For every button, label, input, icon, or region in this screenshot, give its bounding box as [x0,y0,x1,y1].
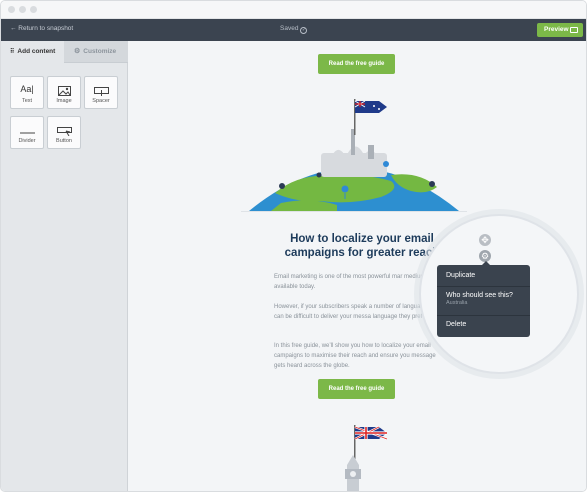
app-window: ← Return to snapshot Saved ✓ Preview ⠿ Add… [0,0,587,492]
read-guide-button-top[interactable]: Read the free guide [318,54,395,74]
block-text[interactable]: Aa| Text [10,76,44,109]
globe-illustration [241,93,467,211]
tab-add-content[interactable]: ⠿ Add content [1,41,64,63]
grid-icon: ⠿ [10,49,15,55]
gear-icon: ⚙ [74,48,81,55]
plus-move-icon: ✥ [481,235,489,245]
uk-illustration [241,419,467,491]
text-icon: Aa| [20,84,34,94]
saved-label: Saved [280,25,299,32]
email-headline[interactable]: How to localize your email campaigns for… [272,232,452,260]
gear-icon: ⚙ [480,251,490,261]
block-divider-label: Divider [18,138,36,144]
menu-caret [482,261,490,265]
check-icon: ✓ [300,27,308,34]
block-image[interactable]: Image [47,76,81,109]
editor-topbar: ← Return to snapshot Saved ✓ [1,19,586,41]
window-dot-minimize[interactable] [19,6,26,13]
email-paragraph-3[interactable]: In this free guide, we’ll show you how t… [274,341,444,371]
preview-label: Preview [544,26,569,33]
tab-customize-label: Customize [83,48,117,55]
menu-item-audience-value: Australia [446,300,468,306]
read-guide-button-bottom[interactable]: Read the free guide [318,379,395,399]
tab-add-content-label: Add content [17,48,56,55]
canvas-divider-line [241,211,467,212]
email-paragraph-2[interactable]: However, if your subscribers speak a num… [274,302,444,322]
window-dot-maximize[interactable] [30,6,37,13]
menu-item-who-should-see[interactable]: Who should see this? Australia [437,292,530,306]
block-context-menu: Duplicate Who should see this? Australia… [437,261,530,337]
monitor-icon [570,27,578,33]
block-text-label: Text [21,98,33,104]
saved-status: Saved ✓ [280,25,308,34]
block-spacer[interactable]: Spacer [84,76,118,109]
tab-customize[interactable]: ⚙ Customize [64,41,128,63]
preview-button[interactable]: Preview [537,23,583,37]
content-sidebar: ⠿ Add content ⚙ Customize Aa| Text Image S… [1,41,128,491]
block-button[interactable]: Button [47,116,81,149]
add-block-control[interactable]: ✥ [479,234,491,246]
window-titlebar [1,1,586,19]
window-dot-close[interactable] [8,6,15,13]
return-to-snapshot-link[interactable]: ← Return to snapshot [10,25,73,32]
menu-item-duplicate[interactable]: Duplicate [437,272,530,279]
menu-separator [437,286,530,287]
menu-item-who-should-see-label: Who should see this? [446,292,513,299]
block-divider[interactable]: Divider [10,116,44,149]
menu-item-delete[interactable]: Delete [437,321,530,328]
block-button-label: Button [56,138,72,144]
block-image-label: Image [56,98,72,104]
menu-separator [437,315,530,316]
block-spacer-label: Spacer [92,98,110,104]
